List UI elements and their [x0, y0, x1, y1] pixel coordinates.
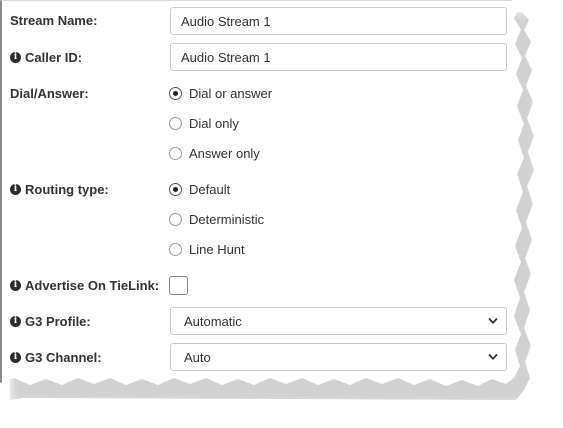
screenshot-stage: Stream Name: i Caller ID: Dial/Answer: D… [0, 0, 563, 428]
info-icon[interactable]: i [10, 184, 21, 195]
radio-button-selected[interactable] [169, 183, 182, 196]
radio-button-selected[interactable] [169, 87, 182, 100]
g3-profile-label-text: G3 Profile: [25, 314, 91, 329]
radio-label: Default [189, 182, 231, 197]
caller-id-input[interactable] [170, 43, 507, 71]
dial-answer-option-dial-only[interactable]: Dial only [169, 116, 239, 131]
caller-id-label-text: Caller ID: [25, 50, 83, 65]
g3-profile-select[interactable]: Automatic [170, 307, 507, 335]
g3-channel-label-text: G3 Channel: [25, 350, 102, 365]
g3-channel-label: i G3 Channel: [10, 350, 102, 365]
advertise-tielink-checkbox[interactable] [169, 276, 188, 295]
stream-name-label: Stream Name: [10, 13, 97, 28]
routing-type-option-default[interactable]: Default [169, 182, 230, 197]
radio-label: Line Hunt [189, 242, 245, 257]
dial-answer-option-dial-or-answer[interactable]: Dial or answer [169, 86, 272, 101]
g3-profile-label: i G3 Profile: [10, 314, 91, 329]
g3-channel-selected-value: Auto [184, 349, 211, 365]
radio-label: Answer only [189, 146, 260, 161]
dial-answer-label-text: Dial/Answer: [10, 86, 89, 101]
radio-label: Dial or answer [189, 86, 273, 101]
caller-id-label: i Caller ID: [10, 50, 82, 65]
routing-type-option-line-hunt[interactable]: Line Hunt [169, 242, 245, 257]
radio-label: Deterministic [189, 212, 265, 227]
radio-button[interactable] [169, 147, 182, 160]
info-icon[interactable]: i [10, 52, 21, 63]
chevron-down-icon [488, 318, 498, 324]
dial-answer-label: Dial/Answer: [10, 86, 89, 101]
routing-type-option-deterministic[interactable]: Deterministic [169, 212, 264, 227]
info-icon[interactable]: i [10, 280, 21, 291]
routing-type-label: i Routing type: [10, 182, 109, 197]
chevron-down-icon [488, 354, 498, 360]
radio-label: Dial only [189, 116, 239, 131]
radio-button[interactable] [169, 117, 182, 130]
advertise-tielink-label: i Advertise On TieLink: [10, 278, 159, 293]
radio-button[interactable] [169, 243, 182, 256]
settings-form-panel: Stream Name: i Caller ID: Dial/Answer: D… [0, 0, 524, 386]
advertise-tielink-label-text: Advertise On TieLink: [25, 278, 160, 293]
stream-name-input[interactable] [170, 7, 507, 35]
dial-answer-option-answer-only[interactable]: Answer only [169, 146, 260, 161]
g3-profile-selected-value: Automatic [184, 313, 242, 329]
g3-channel-select[interactable]: Auto [170, 343, 507, 371]
info-icon[interactable]: i [10, 352, 21, 363]
radio-button[interactable] [169, 213, 182, 226]
stream-name-label-text: Stream Name: [10, 13, 98, 28]
info-icon[interactable]: i [10, 316, 21, 327]
routing-type-label-text: Routing type: [25, 182, 109, 197]
